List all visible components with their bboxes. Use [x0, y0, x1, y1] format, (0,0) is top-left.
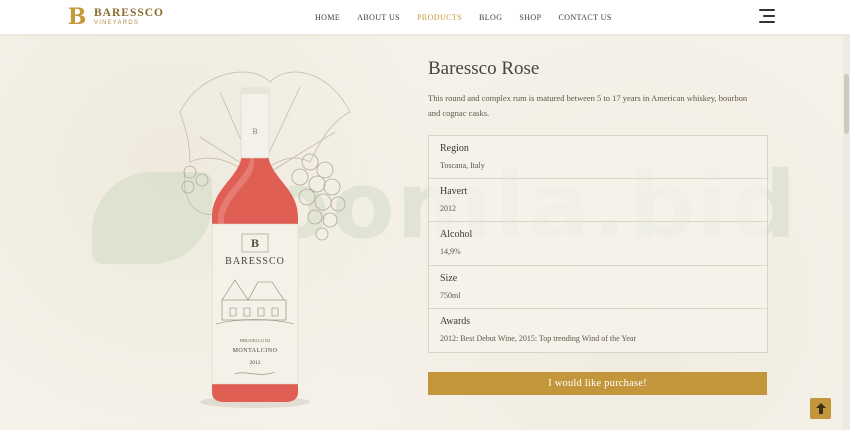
logo-subtitle: VINEYARDS [94, 20, 140, 26]
nav-item-blog[interactable]: BLOG [479, 13, 502, 22]
spec-label: Region [440, 143, 469, 154]
scroll-to-top-button[interactable] [810, 398, 831, 419]
wine-bottle-illustration: B B BARESSCO BRUNELLO DI MONTALCINO 2012 [179, 71, 351, 408]
svg-text:MONTALCINO: MONTALCINO [233, 348, 278, 354]
spec-value: 750ml [440, 290, 461, 300]
scrollbar-thumb[interactable] [844, 74, 849, 134]
logo-mark-icon: B [67, 4, 87, 30]
svg-text:BARESSCO: BARESSCO [225, 256, 285, 267]
wine-bottle: B B BARESSCO BRUNELLO DI MONTALCINO 2012 [211, 87, 299, 402]
spec-row-awards: Awards 2012: Best Debut Wine, 2015: Top … [429, 309, 767, 352]
nav-item-contact-us[interactable]: CONTACT US [558, 13, 611, 22]
page-scrollbar[interactable] [843, 34, 850, 430]
logo-name: BARESSCO [94, 7, 164, 19]
nav-item-home[interactable]: HOME [315, 13, 340, 22]
site-header: B BARESSCO VINEYARDS HOME ABOUT US PRODU… [0, 0, 850, 35]
spec-value: 2012 [440, 204, 456, 214]
arrow-up-icon [815, 403, 826, 414]
logo[interactable]: B BARESSCO VINEYARDS [66, 5, 164, 29]
spec-value: 14,9% [440, 247, 461, 257]
spec-row-alcohol: Alcohol 14,9% [429, 222, 767, 266]
purchase-button[interactable]: I would like purchase! [428, 372, 767, 395]
spec-label: Awards [440, 315, 471, 327]
spec-label: Havert [440, 186, 468, 198]
svg-text:B: B [252, 128, 257, 136]
svg-text:2012: 2012 [250, 360, 261, 366]
spec-value: 2012: Best Debut Wine, 2015: Top trendin… [440, 333, 637, 343]
logo-text: BARESSCO VINEYARDS [94, 7, 164, 27]
nav-item-products[interactable]: PRODUCTS [417, 13, 462, 22]
spec-value: Toscana, Italy [440, 161, 485, 170]
hamburger-icon[interactable] [759, 9, 775, 23]
main-nav: HOME ABOUT US PRODUCTS BLOG SHOP CONTACT… [315, 0, 629, 34]
nav-item-about-us[interactable]: ABOUT US [357, 13, 400, 22]
product-specs-table: Region Toscana, Italy Havert 2012 Alcoho… [428, 135, 768, 353]
product-title: Baressco Rose [428, 58, 540, 79]
svg-text:B: B [251, 239, 259, 250]
spec-label: Alcohol [440, 229, 473, 241]
spec-row-size: Size 750ml [429, 266, 767, 309]
nav-item-shop[interactable]: SHOP [519, 13, 541, 22]
spec-label: Size [440, 272, 458, 284]
product-description: This round and complex rum is matured be… [428, 93, 748, 118]
svg-text:BRUNELLO DI: BRUNELLO DI [240, 338, 270, 343]
spec-row-havert: Havert 2012 [429, 179, 767, 223]
spec-row-region: Region Toscana, Italy [429, 136, 767, 180]
